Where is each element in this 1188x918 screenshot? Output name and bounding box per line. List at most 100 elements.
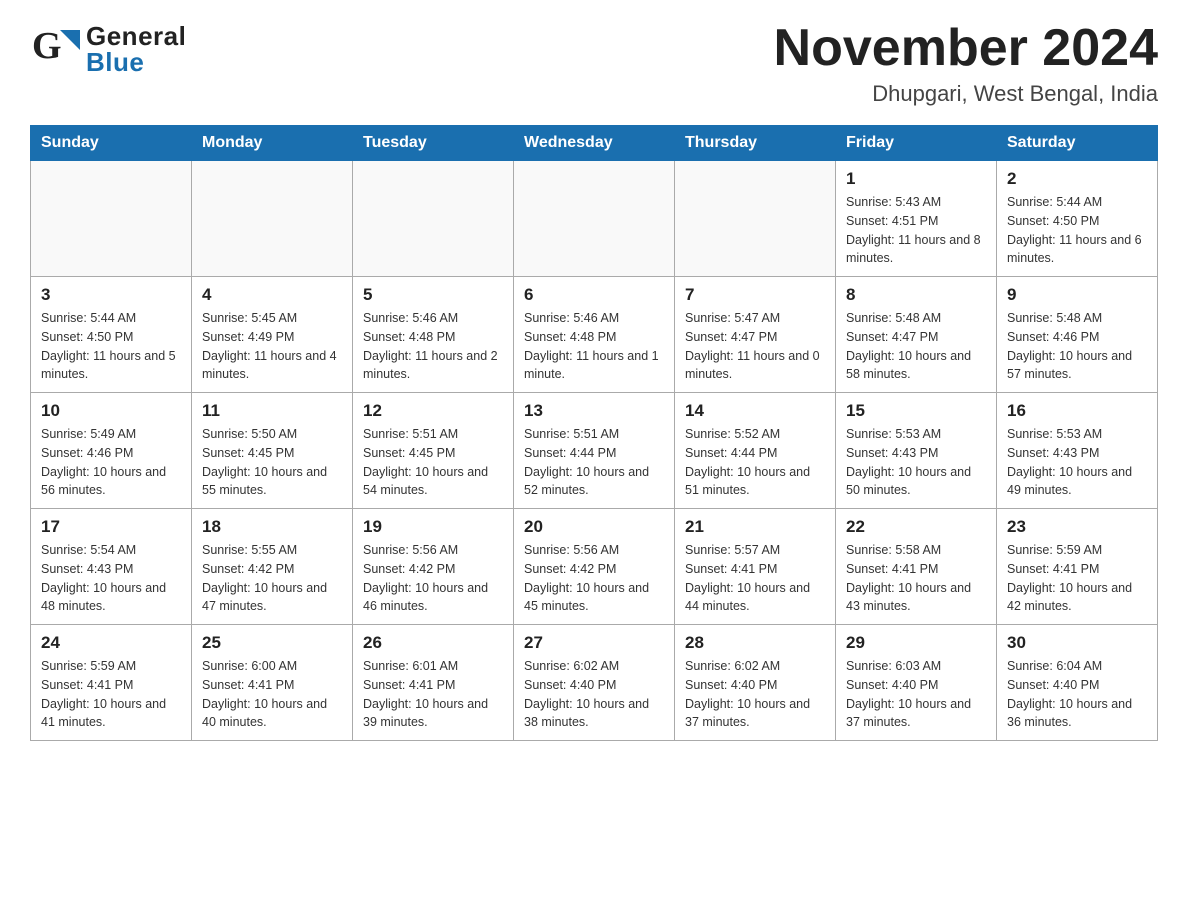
- day-number: 22: [846, 517, 986, 537]
- day-info: Sunrise: 5:52 AMSunset: 4:44 PMDaylight:…: [685, 425, 825, 500]
- calendar-table: SundayMondayTuesdayWednesdayThursdayFrid…: [30, 125, 1158, 741]
- day-info: Sunrise: 5:48 AMSunset: 4:47 PMDaylight:…: [846, 309, 986, 384]
- calendar-cell: 1 Sunrise: 5:43 AMSunset: 4:51 PMDaylight…: [836, 161, 997, 277]
- day-number: 24: [41, 633, 181, 653]
- calendar-cell: 10Sunrise: 5:49 AMSunset: 4:46 PMDayligh…: [31, 393, 192, 509]
- day-number: 6: [524, 285, 664, 305]
- calendar-cell: 8 Sunrise: 5:48 AMSunset: 4:47 PMDaylight…: [836, 277, 997, 393]
- day-info: Sunrise: 5:54 AMSunset: 4:43 PMDaylight:…: [41, 541, 181, 616]
- logo-general-text: General: [86, 23, 186, 49]
- day-number: 20: [524, 517, 664, 537]
- calendar-cell: 6 Sunrise: 5:46 AMSunset: 4:48 PMDaylight…: [514, 277, 675, 393]
- day-info: Sunrise: 6:03 AMSunset: 4:40 PMDaylight:…: [846, 657, 986, 732]
- day-header-tuesday: Tuesday: [353, 126, 514, 161]
- calendar-cell: 21Sunrise: 5:57 AMSunset: 4:41 PMDayligh…: [675, 509, 836, 625]
- day-info: Sunrise: 5:50 AMSunset: 4:45 PMDaylight:…: [202, 425, 342, 500]
- calendar-cell: 23 Sunrise: 5:59 AMSunset: 4:41 PMDayligh…: [997, 509, 1158, 625]
- day-header-wednesday: Wednesday: [514, 126, 675, 161]
- logo-blue-text: Blue: [86, 49, 186, 75]
- calendar-cell: 19 Sunrise: 5:56 AMSunset: 4:42 PMDayligh…: [353, 509, 514, 625]
- day-number: 3: [41, 285, 181, 305]
- calendar-cell: 4 Sunrise: 5:45 AMSunset: 4:49 PMDaylight…: [192, 277, 353, 393]
- calendar-cell: 30 Sunrise: 6:04 AMSunset: 4:40 PMDayligh…: [997, 625, 1158, 741]
- week-row-1: 1 Sunrise: 5:43 AMSunset: 4:51 PMDaylight…: [31, 161, 1158, 277]
- week-row-5: 24Sunrise: 5:59 AMSunset: 4:41 PMDayligh…: [31, 625, 1158, 741]
- day-number: 26: [363, 633, 503, 653]
- day-header-thursday: Thursday: [675, 126, 836, 161]
- calendar-cell: 7Sunrise: 5:47 AMSunset: 4:47 PMDaylight…: [675, 277, 836, 393]
- day-number: 23: [1007, 517, 1147, 537]
- calendar-cell: [353, 161, 514, 277]
- day-info: Sunrise: 5:44 AMSunset: 4:50 PMDaylight:…: [41, 309, 181, 384]
- day-info: Sunrise: 6:02 AMSunset: 4:40 PMDaylight:…: [524, 657, 664, 732]
- calendar-cell: 11 Sunrise: 5:50 AMSunset: 4:45 PMDayligh…: [192, 393, 353, 509]
- day-info: Sunrise: 5:43 AMSunset: 4:51 PMDaylight:…: [846, 193, 986, 268]
- calendar-cell: 22 Sunrise: 5:58 AMSunset: 4:41 PMDayligh…: [836, 509, 997, 625]
- day-header-saturday: Saturday: [997, 126, 1158, 161]
- calendar-cell: 28Sunrise: 6:02 AMSunset: 4:40 PMDayligh…: [675, 625, 836, 741]
- week-row-3: 10Sunrise: 5:49 AMSunset: 4:46 PMDayligh…: [31, 393, 1158, 509]
- day-number: 1: [846, 169, 986, 189]
- calendar-cell: 24Sunrise: 5:59 AMSunset: 4:41 PMDayligh…: [31, 625, 192, 741]
- day-number: 30: [1007, 633, 1147, 653]
- title-area: November 2024 Dhupgari, West Bengal, Ind…: [774, 20, 1158, 107]
- day-number: 15: [846, 401, 986, 421]
- calendar-cell: 2Sunrise: 5:44 AMSunset: 4:50 PMDaylight…: [997, 161, 1158, 277]
- day-number: 11: [202, 401, 342, 421]
- calendar-cell: [31, 161, 192, 277]
- day-info: Sunrise: 5:53 AMSunset: 4:43 PMDaylight:…: [846, 425, 986, 500]
- day-number: 8: [846, 285, 986, 305]
- day-number: 28: [685, 633, 825, 653]
- logo-icon: G: [30, 20, 82, 77]
- day-info: Sunrise: 6:00 AMSunset: 4:41 PMDaylight:…: [202, 657, 342, 732]
- day-info: Sunrise: 5:51 AMSunset: 4:44 PMDaylight:…: [524, 425, 664, 500]
- day-info: Sunrise: 5:55 AMSunset: 4:42 PMDaylight:…: [202, 541, 342, 616]
- logo-brand: General Blue: [86, 23, 186, 75]
- day-info: Sunrise: 5:56 AMSunset: 4:42 PMDaylight:…: [524, 541, 664, 616]
- day-info: Sunrise: 6:01 AMSunset: 4:41 PMDaylight:…: [363, 657, 503, 732]
- calendar-title: November 2024: [774, 20, 1158, 77]
- day-number: 7: [685, 285, 825, 305]
- day-info: Sunrise: 6:04 AMSunset: 4:40 PMDaylight:…: [1007, 657, 1147, 732]
- calendar-cell: 15 Sunrise: 5:53 AMSunset: 4:43 PMDayligh…: [836, 393, 997, 509]
- day-number: 27: [524, 633, 664, 653]
- day-info: Sunrise: 5:51 AMSunset: 4:45 PMDaylight:…: [363, 425, 503, 500]
- day-header-monday: Monday: [192, 126, 353, 161]
- week-row-2: 3 Sunrise: 5:44 AMSunset: 4:50 PMDaylight…: [31, 277, 1158, 393]
- calendar-cell: 16Sunrise: 5:53 AMSunset: 4:43 PMDayligh…: [997, 393, 1158, 509]
- day-info: Sunrise: 5:58 AMSunset: 4:41 PMDaylight:…: [846, 541, 986, 616]
- calendar-cell: [675, 161, 836, 277]
- week-row-4: 17 Sunrise: 5:54 AMSunset: 4:43 PMDayligh…: [31, 509, 1158, 625]
- day-info: Sunrise: 5:45 AMSunset: 4:49 PMDaylight:…: [202, 309, 342, 384]
- calendar-cell: 17 Sunrise: 5:54 AMSunset: 4:43 PMDayligh…: [31, 509, 192, 625]
- day-number: 21: [685, 517, 825, 537]
- calendar-cell: [514, 161, 675, 277]
- calendar-subtitle: Dhupgari, West Bengal, India: [774, 81, 1158, 107]
- day-number: 29: [846, 633, 986, 653]
- calendar-cell: 14 Sunrise: 5:52 AMSunset: 4:44 PMDayligh…: [675, 393, 836, 509]
- day-number: 19: [363, 517, 503, 537]
- day-info: Sunrise: 5:46 AMSunset: 4:48 PMDaylight:…: [524, 309, 664, 384]
- day-info: Sunrise: 5:48 AMSunset: 4:46 PMDaylight:…: [1007, 309, 1147, 384]
- calendar-cell: 26 Sunrise: 6:01 AMSunset: 4:41 PMDayligh…: [353, 625, 514, 741]
- day-number: 2: [1007, 169, 1147, 189]
- day-number: 17: [41, 517, 181, 537]
- calendar-cell: 3 Sunrise: 5:44 AMSunset: 4:50 PMDaylight…: [31, 277, 192, 393]
- calendar-cell: 20 Sunrise: 5:56 AMSunset: 4:42 PMDayligh…: [514, 509, 675, 625]
- day-info: Sunrise: 5:46 AMSunset: 4:48 PMDaylight:…: [363, 309, 503, 384]
- day-number: 14: [685, 401, 825, 421]
- svg-text:G: G: [32, 25, 62, 67]
- day-number: 13: [524, 401, 664, 421]
- calendar-cell: 29 Sunrise: 6:03 AMSunset: 4:40 PMDayligh…: [836, 625, 997, 741]
- day-number: 25: [202, 633, 342, 653]
- day-info: Sunrise: 5:53 AMSunset: 4:43 PMDaylight:…: [1007, 425, 1147, 500]
- day-header-sunday: Sunday: [31, 126, 192, 161]
- page-header: G General Blue November 2024 Dhupgari, W…: [30, 20, 1158, 107]
- calendar-cell: 27 Sunrise: 6:02 AMSunset: 4:40 PMDayligh…: [514, 625, 675, 741]
- day-number: 4: [202, 285, 342, 305]
- day-info: Sunrise: 5:59 AMSunset: 4:41 PMDaylight:…: [1007, 541, 1147, 616]
- day-number: 18: [202, 517, 342, 537]
- day-header-friday: Friday: [836, 126, 997, 161]
- day-info: Sunrise: 5:56 AMSunset: 4:42 PMDaylight:…: [363, 541, 503, 616]
- calendar-cell: 13 Sunrise: 5:51 AMSunset: 4:44 PMDayligh…: [514, 393, 675, 509]
